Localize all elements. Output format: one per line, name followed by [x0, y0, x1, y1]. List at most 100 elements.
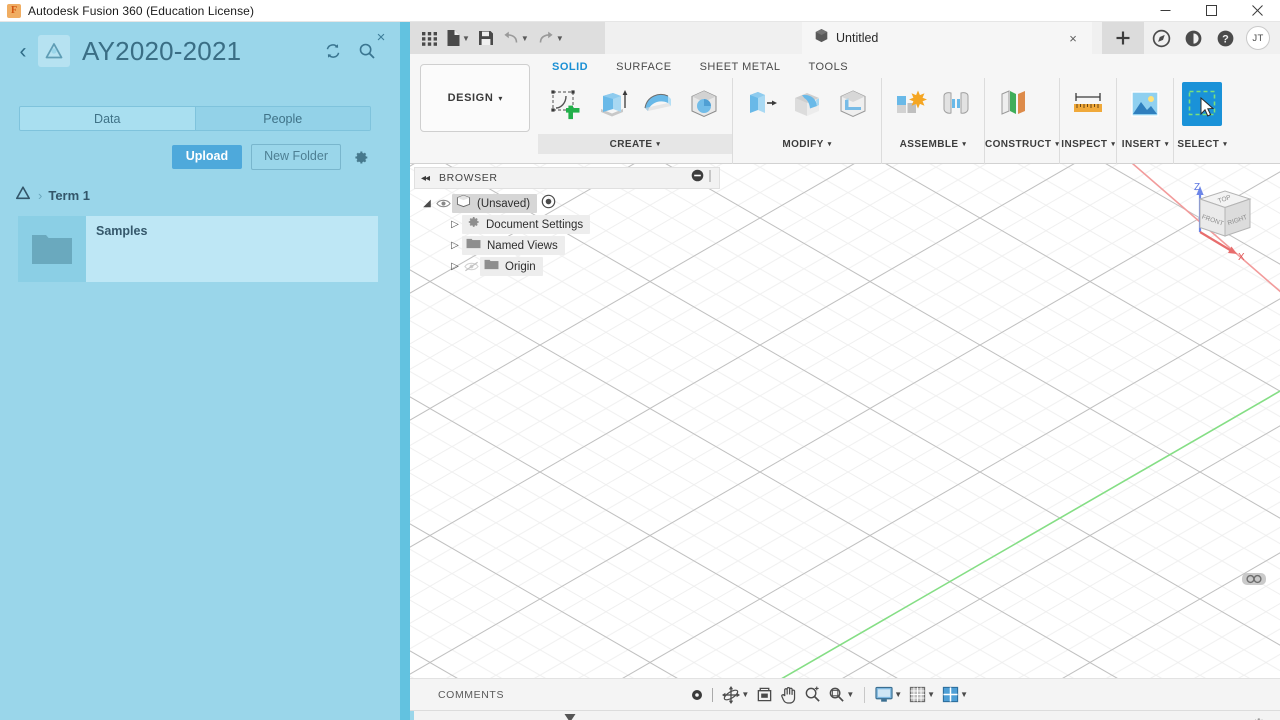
viewport-canvas[interactable]: ◂◂ BROWSER ◢ (Unsaved) ▷ Document Settin…: [410, 164, 1280, 678]
close-icon[interactable]: ×: [1066, 31, 1080, 46]
browser-row-chip[interactable]: Document Settings: [462, 215, 591, 234]
create-sketch-icon[interactable]: [546, 82, 586, 126]
ribbon-panel-inspect-caption[interactable]: INSPECT ▾: [1060, 134, 1116, 154]
browser-row-unsaved[interactable]: ◢ (Unsaved): [414, 193, 720, 214]
close-button[interactable]: [1234, 0, 1280, 22]
undo-icon[interactable]: ▼: [499, 25, 532, 51]
chevron-down-icon[interactable]: ▼: [521, 34, 529, 43]
ribbon-panel-select-caption[interactable]: SELECT ▾: [1174, 134, 1230, 154]
back-button[interactable]: ‹: [12, 38, 34, 64]
chevron-down-icon[interactable]: ▼: [894, 690, 902, 699]
collapse-all-icon[interactable]: [691, 169, 704, 187]
ribbon-panel-create-caption[interactable]: CREATE ▾: [538, 134, 732, 154]
collapse-browser-icon[interactable]: ◂◂: [421, 173, 430, 184]
comments-label[interactable]: COMMENTS: [438, 689, 504, 701]
close-data-panel-button[interactable]: ×: [373, 29, 389, 45]
help-icon[interactable]: ?: [1214, 27, 1236, 49]
file-icon[interactable]: ▼: [443, 25, 473, 51]
target-icon[interactable]: [541, 194, 556, 214]
browser-row-chip[interactable]: Named Views: [462, 236, 565, 255]
ribbon-panel-assemble-caption[interactable]: ASSEMBLE ▾: [882, 134, 984, 154]
browser-row-chip[interactable]: Origin: [480, 257, 543, 276]
eye-off-icon[interactable]: [462, 261, 480, 272]
ribbon-panel-construct-caption[interactable]: CONSTRUCT ▾: [985, 134, 1059, 154]
new-component-icon[interactable]: [890, 82, 930, 126]
upload-button[interactable]: Upload: [171, 145, 243, 169]
tab-data[interactable]: Data: [20, 107, 195, 130]
document-tab[interactable]: Untitled ×: [802, 22, 1092, 54]
construct-plane-icon[interactable]: [993, 82, 1033, 126]
chevron-down-icon[interactable]: ▼: [741, 690, 749, 699]
extrude-icon[interactable]: [592, 82, 632, 126]
tab-solid[interactable]: SOLID: [538, 56, 602, 78]
minimize-button[interactable]: [1142, 0, 1188, 22]
browser-row-named-views[interactable]: ▷ Named Views: [414, 235, 720, 256]
revolve-icon[interactable]: [638, 82, 678, 126]
chevron-down-icon[interactable]: ▼: [462, 34, 470, 43]
data-panel-resize-handle[interactable]: [400, 22, 410, 720]
zoom-icon[interactable]: [802, 683, 823, 707]
tab-surface[interactable]: SURFACE: [602, 56, 685, 78]
shell-icon[interactable]: [833, 82, 873, 126]
new-tab-button[interactable]: [1102, 22, 1144, 54]
browser-resize-handle[interactable]: [707, 169, 713, 188]
orbit-icon[interactable]: ▼: [720, 683, 751, 707]
insert-image-icon[interactable]: [1125, 82, 1165, 126]
select-window-icon[interactable]: [1182, 82, 1223, 126]
panel-caption-text: ASSEMBLE: [899, 138, 959, 150]
chevron-down-icon[interactable]: ▼: [846, 690, 854, 699]
avatar[interactable]: JT: [1246, 26, 1270, 50]
display-mode-icon[interactable]: ▼: [873, 683, 904, 707]
expand-arrow-icon[interactable]: ▷: [448, 261, 462, 272]
timeline-settings-gear-icon[interactable]: [1250, 716, 1266, 720]
chevron-down-icon[interactable]: ▼: [960, 690, 968, 699]
browser-row-document-settings[interactable]: ▷ Document Settings: [414, 214, 720, 235]
gear-icon[interactable]: [350, 147, 370, 167]
fillet-icon[interactable]: [787, 82, 827, 126]
grid-snap-icon[interactable]: ▼: [907, 683, 937, 707]
chevron-down-icon: ▾: [1164, 141, 1169, 148]
eye-icon[interactable]: [434, 198, 452, 209]
expand-arrow-icon[interactable]: ◢: [420, 198, 434, 209]
viewports-icon[interactable]: ▼: [940, 683, 970, 707]
browser-row-chip[interactable]: (Unsaved): [452, 194, 538, 213]
autodesk-hub-icon[interactable]: [38, 35, 70, 67]
timeline-marker-icon[interactable]: [562, 713, 578, 720]
document-tab-label: Untitled: [836, 31, 879, 45]
tab-people[interactable]: People: [194, 107, 370, 130]
ribbon-panel-insert-caption[interactable]: INSERT ▾: [1117, 134, 1173, 154]
pan-icon[interactable]: [778, 683, 799, 707]
sphere-icon[interactable]: [684, 82, 724, 126]
new-folder-button[interactable]: New Folder: [251, 144, 341, 170]
expand-arrow-icon[interactable]: ▷: [448, 240, 462, 251]
redo-icon[interactable]: ▼: [534, 25, 567, 51]
origin-marker[interactable]: [1242, 570, 1266, 588]
breadcrumb-current[interactable]: Term 1: [48, 188, 90, 203]
chevron-down-icon[interactable]: ▼: [556, 34, 564, 43]
folder-icon: [466, 237, 481, 255]
save-icon[interactable]: [475, 25, 497, 51]
tab-tools[interactable]: TOOLS: [794, 56, 862, 78]
look-at-icon[interactable]: [754, 683, 775, 707]
workspace-switcher[interactable]: DESIGN ▾: [420, 64, 530, 132]
community-icon[interactable]: [1150, 27, 1172, 49]
maximize-button[interactable]: [1188, 0, 1234, 22]
fusion360-application-window: F Autodesk Fusion 360 (Education License…: [0, 0, 1280, 720]
fit-icon[interactable]: ▼: [826, 683, 856, 707]
display-settings-icon[interactable]: [689, 683, 705, 707]
app-grid-icon[interactable]: [418, 25, 441, 51]
breadcrumb-hub-icon[interactable]: [14, 185, 32, 206]
measure-icon[interactable]: [1068, 82, 1108, 126]
view-cube[interactable]: Z X TOP FRONT RIGHT: [1178, 174, 1268, 274]
press-pull-icon[interactable]: [741, 82, 781, 126]
chevron-down-icon[interactable]: ▼: [927, 690, 935, 699]
refresh-icon[interactable]: [322, 40, 344, 62]
recent-icon[interactable]: [1182, 27, 1204, 49]
ribbon-panel-modify-caption[interactable]: MODIFY ▾: [733, 134, 881, 154]
expand-arrow-icon[interactable]: ▷: [448, 219, 462, 230]
browser-row-origin[interactable]: ▷ Origin: [414, 256, 720, 277]
joint-icon[interactable]: [936, 82, 976, 126]
list-item[interactable]: Samples: [18, 216, 378, 282]
browser-row-label: Origin: [505, 260, 536, 273]
tab-sheet-metal[interactable]: SHEET METAL: [686, 56, 795, 78]
